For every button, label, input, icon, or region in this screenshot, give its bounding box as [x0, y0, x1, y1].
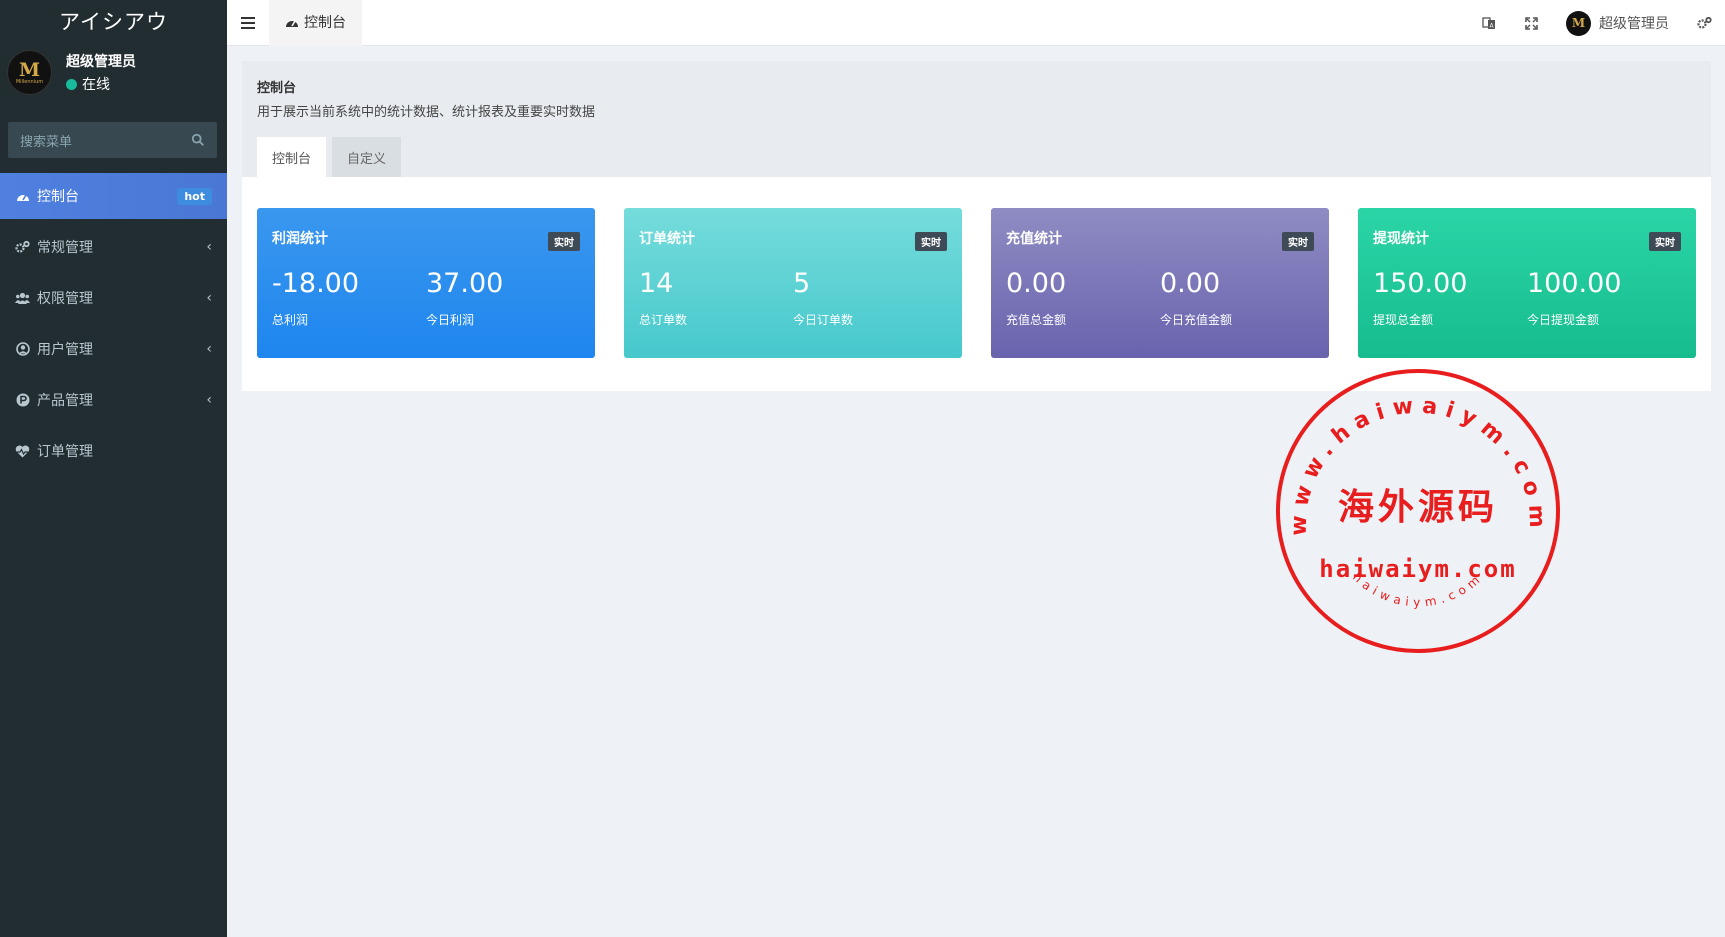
- stat-value: -18.00: [272, 268, 360, 299]
- stat-label: 今日提现金额: [1527, 313, 1600, 327]
- sidebar-item-dashboard[interactable]: 控制台 hot: [0, 173, 227, 219]
- stat-value: 100.00: [1527, 268, 1622, 299]
- cogs-icon: [1696, 16, 1712, 29]
- sidebar-item-label: 产品管理: [37, 393, 93, 409]
- sidebar-item-orders[interactable]: 订单管理: [0, 428, 227, 474]
- main-content: 控制台 用于展示当前系统中的统计数据、统计报表及重要实时数据 控制台 自定义 利…: [242, 61, 1711, 391]
- card-title: 充值统计: [1006, 231, 1062, 247]
- tab-dashboard-panel[interactable]: 控制台: [257, 137, 327, 177]
- watermark-domain-text: haiwaiym.com: [1319, 555, 1516, 583]
- avatar: M Millennium: [7, 50, 52, 95]
- watermark-seal: www.haiwaiym.com 海外源码 haiwaiym.com haiwa…: [1276, 369, 1560, 653]
- stat-label: 今日订单数: [793, 313, 854, 327]
- sidebar-item-permission[interactable]: 权限管理 ‹: [0, 275, 227, 321]
- stat-label: 提现总金额: [1373, 313, 1434, 327]
- stat-label: 今日充值金额: [1160, 313, 1233, 327]
- sidebar-menu: 控制台 hot 常规管理 ‹ 权限管理 ‹ 用户管理 ‹ 产品管理 ‹ 订单管理: [0, 173, 227, 474]
- panel-heading: 控制台 用于展示当前系统中的统计数据、统计报表及重要实时数据 控制台 自定义: [242, 61, 1711, 177]
- search-input[interactable]: 搜索菜单: [8, 122, 217, 158]
- user-circle-icon: [15, 342, 30, 357]
- sidebar-item-users[interactable]: 用户管理 ‹: [0, 326, 227, 372]
- users-icon: [15, 291, 30, 306]
- stat-value: 14: [639, 268, 674, 299]
- app-logo[interactable]: アイシアウ: [0, 0, 227, 41]
- realtime-badge: 实时: [915, 232, 947, 251]
- stat-value: 0.00: [1006, 268, 1067, 299]
- fullscreen-button[interactable]: [1510, 0, 1552, 46]
- top-user-name: 超级管理员: [1599, 16, 1669, 32]
- avatar-word: Millennium: [15, 78, 44, 85]
- sidebar-item-label: 订单管理: [37, 444, 93, 460]
- search-icon[interactable]: [191, 133, 205, 147]
- card-title: 利润统计: [272, 231, 328, 247]
- stat-card-orders: 订单统计 实时 14 总订单数 5 今日订单数: [624, 208, 962, 358]
- stat-value: 0.00: [1160, 268, 1221, 299]
- hamburger-icon: [241, 16, 255, 29]
- stat-value: 150.00: [1373, 268, 1468, 299]
- chevron-left-icon: ‹: [206, 290, 212, 306]
- fullscreen-icon: [1524, 16, 1538, 30]
- heartbeat-icon: [15, 444, 30, 459]
- translate-button[interactable]: A: [1468, 0, 1510, 46]
- product-p-icon: [15, 393, 30, 408]
- user-status-text: 在线: [82, 77, 110, 93]
- page-title: 控制台: [257, 81, 297, 96]
- tab-custom[interactable]: 自定义: [332, 137, 402, 177]
- settings-button[interactable]: [1683, 0, 1725, 46]
- user-status: 在线: [66, 74, 136, 94]
- tab-dashboard[interactable]: 控制台: [269, 0, 362, 46]
- stat-label: 总利润: [272, 313, 309, 327]
- online-dot-icon: [66, 78, 77, 90]
- stat-value: 37.00: [426, 268, 504, 299]
- sidebar-item-label: 权限管理: [37, 291, 93, 307]
- avatar: M: [1566, 10, 1591, 36]
- sidebar-item-label: 常规管理: [37, 240, 93, 256]
- chevron-left-icon: ‹: [206, 341, 212, 357]
- avatar-letter: M: [18, 58, 41, 81]
- user-name: 超级管理员: [66, 54, 136, 70]
- sidebar: アイシアウ M Millennium 超级管理员 在线 搜索菜单 控制台 hot: [0, 0, 227, 937]
- stat-label: 今日利润: [426, 313, 475, 327]
- realtime-badge: 实时: [548, 232, 580, 251]
- watermark-center-text: 海外源码: [1338, 486, 1498, 528]
- sidebar-item-label: 用户管理: [37, 342, 93, 358]
- sidebar-item-products[interactable]: 产品管理 ‹: [0, 377, 227, 423]
- stat-card-profit: 利润统计 实时 -18.00 总利润 37.00 今日利润: [257, 208, 595, 358]
- page-description: 用于展示当前系统中的统计数据、统计报表及重要实时数据: [257, 105, 596, 120]
- cogs-icon: [15, 240, 30, 255]
- chevron-left-icon: ‹: [206, 239, 212, 255]
- realtime-badge: 实时: [1649, 232, 1681, 251]
- sidebar-toggle-button[interactable]: [227, 0, 269, 46]
- realtime-badge: 实时: [1282, 232, 1314, 251]
- language-icon: A: [1482, 17, 1495, 30]
- stat-card-recharge: 充值统计 实时 0.00 充值总金额 0.00 今日充值金额: [991, 208, 1329, 358]
- user-panel: M Millennium 超级管理员 在线: [0, 41, 227, 104]
- search-placeholder: 搜索菜单: [20, 134, 73, 150]
- tab-label: 控制台: [304, 14, 346, 31]
- stat-value: 5: [793, 268, 811, 299]
- dashboard-icon: [15, 189, 30, 204]
- panel-body: 利润统计 实时 -18.00 总利润 37.00 今日利润 订单统计 实时 14 总订…: [242, 177, 1711, 391]
- sidebar-item-general[interactable]: 常规管理 ‹: [0, 224, 227, 270]
- panel-tabs: 控制台 自定义: [257, 137, 407, 177]
- stat-label: 充值总金额: [1006, 313, 1067, 327]
- card-title: 订单统计: [639, 231, 695, 247]
- stat-label: 总订单数: [639, 313, 688, 327]
- stat-card-withdraw: 提现统计 实时 150.00 提现总金额 100.00 今日提现金额: [1358, 208, 1696, 358]
- card-title: 提现统计: [1373, 231, 1429, 247]
- sidebar-item-label: 控制台: [37, 189, 79, 205]
- chevron-left-icon: ‹: [206, 392, 212, 408]
- dashboard-icon: [285, 16, 299, 28]
- user-menu[interactable]: M 超级管理员: [1552, 10, 1683, 36]
- hot-badge: hot: [177, 187, 212, 205]
- top-navbar: 控制台 A M 超级管理员: [227, 0, 1725, 46]
